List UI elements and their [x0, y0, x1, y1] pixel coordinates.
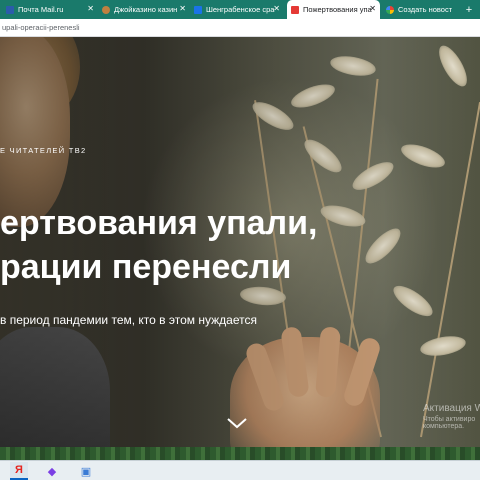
tab-title: Пожертвования упа [303, 5, 372, 14]
tab-donations[interactable]: Пожертвования упа ✕ [287, 0, 380, 19]
tab-strip: Почта Mail.ru ✕ Джойказино казин ✕ Шенгр… [0, 0, 480, 19]
yandex-browser-taskbar-button[interactable]: Я [10, 462, 28, 480]
chevron-down-icon[interactable] [226, 416, 248, 430]
hexagon-app-icon[interactable]: ◆ [43, 462, 61, 480]
headline-line-2: рации перенесли [0, 248, 292, 286]
taskbar: Я ◆ ▣ [0, 460, 480, 480]
tab-title: Создать новость [398, 5, 452, 14]
image-viewer-app-icon[interactable]: ▣ [77, 462, 95, 480]
tab-create-news[interactable]: Создать новость [386, 0, 452, 19]
article-subtitle: в период пандемии тем, кто в этом нуждае… [0, 313, 257, 327]
close-icon[interactable]: ✕ [273, 4, 280, 14]
tab-title: Почта Mail.ru [18, 5, 64, 14]
rubric-label: Е ЧИТАТЕЛЕЙ ТВ2 [0, 146, 87, 155]
activation-title: Активация W [423, 403, 480, 414]
windows-activation-watermark: Активация W Чтобы активиро компьютера. [423, 403, 480, 430]
new-tab-button[interactable]: + [462, 0, 476, 19]
tv2-favicon-icon [291, 5, 299, 14]
activation-text: Чтобы активиро компьютера. [423, 416, 476, 430]
address-bar[interactable]: upali-operacii-perenesli [0, 19, 480, 37]
close-icon[interactable]: ✕ [87, 4, 94, 14]
headline-line-1: ертвования упали, [0, 204, 318, 242]
close-icon[interactable]: ✕ [369, 4, 376, 14]
tab-joycasino[interactable]: Джойказино казин ✕ [102, 0, 190, 19]
tab-title: Джойказино казин [114, 5, 178, 14]
news-favicon-icon [386, 5, 394, 14]
tab-title: Шенграбенское сра [206, 5, 275, 14]
casino-favicon-icon [102, 5, 110, 14]
tab-mail[interactable]: Почта Mail.ru ✕ [6, 0, 98, 19]
mail-favicon-icon [6, 5, 14, 14]
desktop-wallpaper-strip [0, 447, 480, 460]
url-text: upali-operacii-perenesli [2, 23, 80, 32]
close-icon[interactable]: ✕ [179, 4, 186, 14]
tab-shengraben[interactable]: Шенграбенское сра ✕ [194, 0, 284, 19]
docs-favicon-icon [194, 5, 202, 14]
